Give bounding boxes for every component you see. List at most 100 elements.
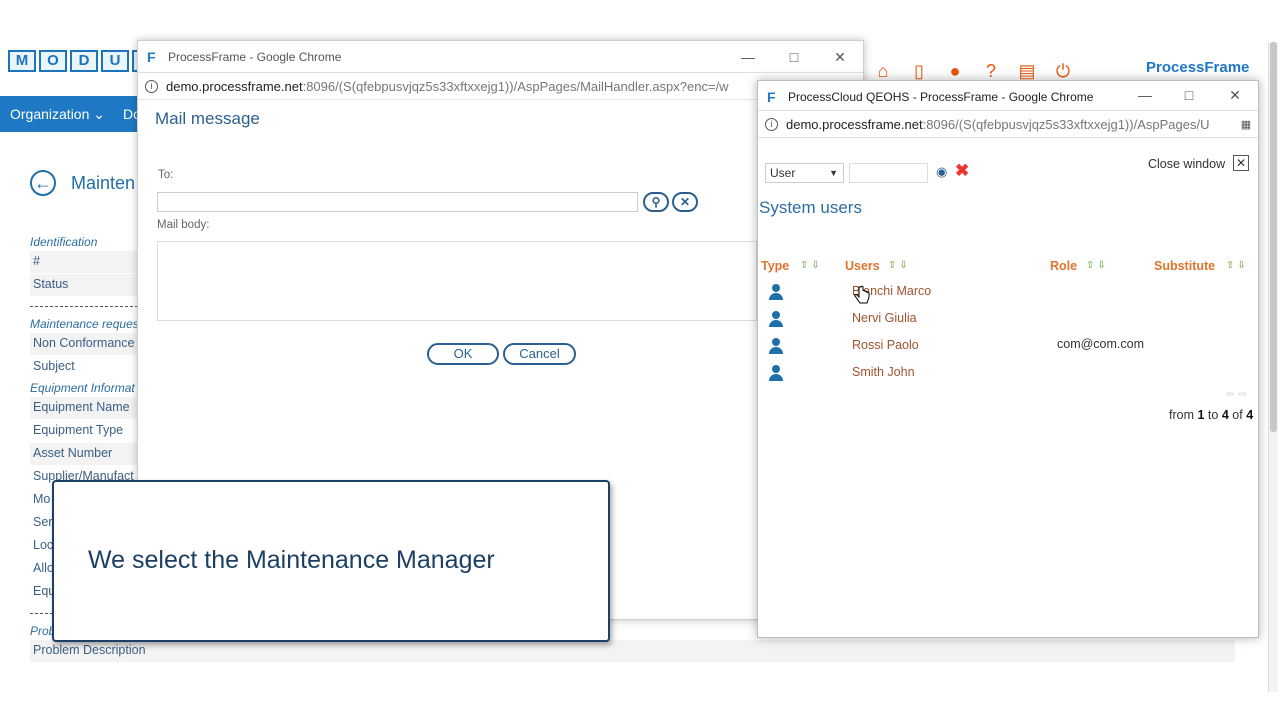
help-icon[interactable]: ?: [980, 60, 1002, 82]
mail-heading: Mail message: [155, 109, 260, 128]
field-label-model: Mo: [33, 492, 51, 506]
translate-icon[interactable]: ▦: [1236, 115, 1256, 135]
pager-of-word: of: [1232, 408, 1243, 422]
hand-cursor-icon: [854, 286, 870, 304]
to-input[interactable]: [157, 192, 638, 212]
pager-total: 4: [1246, 408, 1254, 422]
sort-arrows-icon[interactable]: ⇧⇩: [1086, 260, 1109, 271]
field-label-hash: #: [33, 254, 40, 268]
pager-arrows-icon[interactable]: ⇦⇨: [1226, 389, 1251, 400]
user-icon: [768, 338, 784, 354]
page-scrollbar[interactable]: [1268, 42, 1278, 692]
field-label-serial: Ser: [33, 515, 53, 529]
pager-from: 1: [1197, 408, 1205, 422]
mail-window-titlebar: F ProcessFrame - Google Chrome — □ ✕: [138, 41, 863, 73]
ok-button[interactable]: OK: [427, 343, 499, 365]
processframe-favicon-icon: F: [147, 49, 156, 65]
info-icon[interactable]: i: [145, 80, 158, 93]
logo-letter: M: [8, 50, 36, 72]
user-icon: [768, 365, 784, 381]
pager-info: from 1 to 4 of 4: [1169, 408, 1253, 422]
main-navbar: Organization ⌄ Do: [0, 96, 150, 132]
section-maintenance-request: Maintenance reques: [30, 317, 139, 331]
users-window-title: ProcessCloud QEOHS - ProcessFrame - Goog…: [788, 90, 1094, 104]
row-bg: [30, 251, 138, 273]
info-icon[interactable]: i: [765, 118, 778, 131]
clear-recipients-icon[interactable]: ✕: [672, 192, 698, 212]
mail-address-bar[interactable]: i demo.processframe.net:8096/(S(qfebpusv…: [138, 74, 863, 100]
field-label-asset-number: Asset Number: [33, 446, 113, 460]
caption-text: We select the Maintenance Manager: [88, 546, 495, 574]
nav-organization[interactable]: Organization ⌄: [10, 96, 105, 132]
top-toolbar: ⌂ ▯ ● ? ▤ ⏻: [872, 60, 1074, 82]
mail-url: demo.processframe.net:8096/(S(qfebpusvjq…: [166, 79, 756, 94]
logo-letter: D: [70, 50, 98, 72]
user-role: com@com.com: [1057, 337, 1145, 351]
minimize-icon[interactable]: —: [738, 47, 758, 67]
mail-window-title: ProcessFrame - Google Chrome: [168, 50, 342, 64]
user-icon: [768, 311, 784, 327]
power-icon[interactable]: ⏻: [1052, 60, 1074, 82]
field-label-problem-description: Problem Description: [33, 643, 146, 657]
column-header-role[interactable]: Role: [1050, 259, 1077, 273]
field-label-subject: Subject: [33, 359, 75, 373]
tablet-icon[interactable]: ▯: [908, 60, 930, 82]
close-window-label[interactable]: Close window: [1148, 157, 1225, 171]
pager-prefix: from: [1169, 408, 1194, 422]
users-window: F ProcessCloud QEOHS - ProcessFrame - Go…: [757, 80, 1259, 638]
field-label-equipment-name: Equipment Name: [33, 400, 130, 414]
close-window-icon[interactable]: ✕: [1233, 155, 1249, 171]
user-icon: [768, 284, 784, 300]
user-name[interactable]: Smith John: [852, 365, 915, 379]
sort-arrows-icon[interactable]: ⇧⇩: [888, 260, 911, 271]
minimize-icon[interactable]: —: [1135, 85, 1155, 105]
pager-to: 4: [1221, 408, 1229, 422]
mail-body-textarea[interactable]: [157, 241, 757, 321]
column-header-type[interactable]: Type: [761, 259, 789, 273]
row-bg: [30, 640, 1235, 662]
scrollbar-thumb[interactable]: [1270, 42, 1277, 432]
divider: [30, 306, 138, 307]
field-label-non-conformance: Non Conformance: [33, 336, 135, 350]
close-icon[interactable]: ✕: [830, 47, 850, 67]
tutorial-caption: We select the Maintenance Manager: [52, 480, 610, 642]
maximize-icon[interactable]: □: [784, 47, 804, 67]
users-window-titlebar: F ProcessCloud QEOHS - ProcessFrame - Go…: [758, 81, 1258, 111]
back-arrow-icon[interactable]: ←: [30, 170, 56, 196]
type-filter-value: User: [770, 166, 796, 180]
chevron-down-icon: ⌄: [93, 106, 106, 122]
url-path: :8096/(S(qfebpusvjqz5s33xftxxejg1))/AspP…: [302, 79, 729, 94]
back-header: ← Mainten: [30, 170, 135, 196]
type-filter-select[interactable]: User ▼: [765, 163, 844, 183]
cancel-button[interactable]: Cancel: [503, 343, 576, 365]
field-label-allocation: Allo: [33, 561, 54, 575]
clear-filter-icon[interactable]: ✖: [955, 161, 969, 181]
users-url: demo.processframe.net:8096/(S(qfebpusvjq…: [786, 117, 1231, 132]
user-name[interactable]: Nervi Giulia: [852, 311, 917, 325]
user-name[interactable]: Rossi Paolo: [852, 338, 919, 352]
url-path: :8096/(S(qfebpusvjqz5s33xftxxejg1))/AspP…: [922, 117, 1210, 132]
dropdown-arrow-icon: ▼: [829, 168, 838, 178]
users-address-bar[interactable]: i demo.processframe.net:8096/(S(qfebpusv…: [758, 112, 1258, 138]
page-title: Mainten: [71, 172, 136, 193]
user-icon[interactable]: ●: [944, 60, 966, 82]
section-identification: Identification: [30, 235, 98, 249]
sort-arrows-icon[interactable]: ⇧⇩: [1226, 260, 1249, 271]
column-header-users[interactable]: Users: [845, 259, 880, 273]
document-icon[interactable]: ▤: [1016, 60, 1038, 82]
section-equipment-info: Equipment Informat: [30, 381, 135, 395]
brand-name: ProcessFrame: [1146, 59, 1250, 76]
nav-organization-label: Organization: [10, 106, 90, 122]
mail-body-label: Mail body:: [157, 219, 210, 231]
pager-to-word: to: [1207, 408, 1219, 422]
close-icon[interactable]: ✕: [1225, 85, 1245, 105]
processframe-favicon-icon: F: [767, 89, 776, 105]
logo-letter: O: [39, 50, 67, 72]
column-header-substitute[interactable]: Substitute: [1154, 259, 1215, 273]
filter-input[interactable]: [849, 163, 928, 183]
home-icon[interactable]: ⌂: [872, 60, 894, 82]
sort-arrows-icon[interactable]: ⇧⇩: [800, 260, 823, 271]
binoculars-search-icon[interactable]: ◉: [936, 164, 947, 180]
maximize-icon[interactable]: □: [1179, 85, 1199, 105]
search-icon[interactable]: ⚲: [643, 192, 669, 212]
